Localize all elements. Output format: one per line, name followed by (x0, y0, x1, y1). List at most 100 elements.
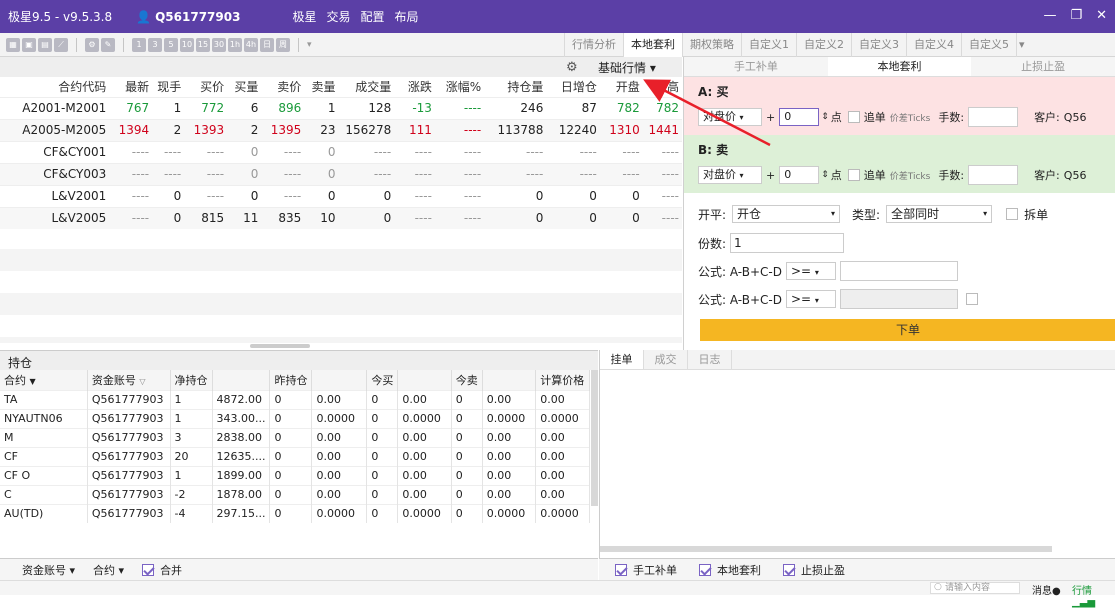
leg-a-chase-checkbox[interactable] (847, 111, 860, 123)
type-select[interactable]: 全部同时 ▾ (886, 205, 993, 223)
leg-a-qty-input[interactable] (968, 107, 1019, 127)
edit-icon[interactable]: ✎ (101, 37, 115, 52)
manual-order-checkbox[interactable]: 手工补单 (615, 562, 677, 578)
chart-icon[interactable]: ▣ (22, 37, 36, 52)
positions-scrollbar[interactable] (591, 370, 598, 506)
formula-2-input[interactable] (839, 289, 958, 309)
table-row[interactable]: TA Q561777903 1 4872.00 0 0.00 0 0.00 0 0.00 0.00 (0, 389, 590, 409)
col-header[interactable] (311, 370, 368, 390)
table-row[interactable]: AU(TD) Q561777903 -4 297.15... 0 0.0000 0 0.000… (0, 503, 590, 523)
local-arbitrage-checkbox[interactable]: 本地套利 (699, 562, 761, 578)
period-5-icon[interactable]: 5 (164, 37, 178, 52)
tool-icon[interactable]: ⚙ (85, 37, 99, 52)
leg-b-price-type[interactable]: 对盘价 ▾ (698, 166, 762, 184)
split-checkbox[interactable] (1006, 208, 1019, 220)
table-row[interactable]: A2005-M2005 1394 2 1393 2 1395 23 156278… (0, 118, 682, 141)
tab-custom-4[interactable]: 自定义4 (906, 33, 961, 57)
line-icon[interactable]: ⟋ (54, 37, 68, 52)
col-header[interactable]: 资金账号 ▽ (87, 370, 171, 390)
col-header[interactable]: 现手 (152, 77, 184, 97)
col-header[interactable]: 涨幅% (435, 77, 484, 97)
grid-icon[interactable]: ▦ (6, 37, 20, 52)
col-header[interactable]: 卖量 (304, 77, 338, 97)
col-header[interactable]: 最高 (643, 77, 682, 97)
tab-custom-1[interactable]: 自定义1 (741, 33, 796, 57)
table-row[interactable]: A2001-M2001 767 1 772 6 896 1 128 -13 --… (0, 96, 682, 119)
menu-layout[interactable]: 布局 (395, 8, 419, 25)
tab-option-strategy[interactable]: 期权策略 (682, 33, 741, 57)
search-input[interactable]: 请输入内容 (930, 582, 1020, 594)
period-10-icon[interactable]: 10 (180, 37, 194, 52)
dropdown-icon[interactable]: ▾ (307, 40, 312, 50)
stop-checkbox[interactable]: 止损止盈 (783, 562, 845, 578)
leg-a-stepper-icon[interactable]: ⇕ (821, 112, 829, 122)
col-header[interactable] (212, 370, 271, 390)
formula-1-input[interactable] (839, 261, 958, 281)
account-filter[interactable]: 资金账号 ▾ (22, 562, 75, 578)
tab-local-arbitrage[interactable]: 本地套利 (623, 33, 682, 57)
period-1-icon[interactable]: 1 (132, 37, 146, 52)
table-row[interactable]: L&V2005 ---- 0 815 11 835 10 0 ---- ----… (0, 206, 682, 229)
col-header[interactable]: 计算价格 (535, 370, 590, 390)
window-icon[interactable]: ▤ (38, 37, 52, 52)
shares-input[interactable]: 1 (730, 233, 845, 253)
col-header[interactable]: 净持仓 (170, 370, 213, 390)
tab-market-analysis[interactable]: 行情分析 (564, 33, 623, 57)
quote-status[interactable]: 行情▁▃▅ (1072, 582, 1115, 608)
menu-trade[interactable]: 交易 (326, 8, 350, 25)
col-header[interactable]: 卖价 (261, 77, 304, 97)
settings-gear-icon[interactable]: ⚙ (566, 60, 578, 75)
tab-custom-5[interactable]: 自定义5 (961, 33, 1016, 57)
period-15-icon[interactable]: 15 (196, 37, 210, 52)
tabs-more-icon[interactable]: ▾ (1016, 33, 1028, 57)
account-label[interactable]: 👤 Q561777903 (136, 10, 240, 24)
tab-custom-3[interactable]: 自定义3 (851, 33, 906, 57)
leg-b-client[interactable]: Q56 (1064, 169, 1087, 182)
subtab-stop[interactable]: 止损止盈 (971, 57, 1115, 76)
tab-pending[interactable]: 挂单 (600, 350, 644, 369)
table-row[interactable]: L&V2001 ---- 0 ---- 0 ---- 0 0 ---- ----… (0, 184, 682, 207)
leg-a-client[interactable]: Q56 (1064, 111, 1087, 124)
tab-log[interactable]: 日志 (688, 350, 732, 369)
table-row[interactable]: NYAUTN06 Q561777903 1 343.00... 0 0.0000 0 0.00… (0, 408, 590, 428)
subtab-local-arbitrage[interactable]: 本地套利 (827, 57, 972, 76)
formula-2-checkbox[interactable] (965, 293, 978, 305)
contract-filter[interactable]: 合约 ▾ (93, 562, 124, 578)
orders-scrollbar[interactable] (600, 546, 1052, 552)
period-1h-icon[interactable]: 1h (228, 37, 242, 52)
period-day-icon[interactable]: 日 (260, 37, 274, 52)
leg-b-qty-input[interactable] (968, 165, 1019, 185)
base-quote-dropdown[interactable]: 基础行情 ▾ (598, 59, 656, 76)
col-header[interactable]: 昨持仓 (269, 370, 313, 390)
col-header[interactable]: 合约 ▼ (0, 370, 88, 390)
leg-a-offset-input[interactable]: 0 (779, 108, 820, 126)
leg-b-chase-checkbox[interactable] (847, 169, 860, 181)
col-header[interactable] (482, 370, 537, 390)
table-row[interactable]: CF Q561777903 20 12635.... 0 0.00 0 0.00 0 0.00 0.… (0, 446, 590, 466)
col-header[interactable]: 日增仓 (546, 77, 600, 97)
period-3-icon[interactable]: 3 (148, 37, 162, 52)
leg-b-stepper-icon[interactable]: ⇕ (821, 170, 829, 180)
formula-2-operator[interactable]: >= ▾ (785, 290, 836, 308)
minimize-icon[interactable]: — (1043, 8, 1056, 23)
col-header[interactable]: 开盘 (600, 77, 643, 97)
table-row[interactable]: CF&CY001 ---- ---- ---- 0 ---- 0 ---- --… (0, 140, 682, 163)
open-close-select[interactable]: 开仓 ▾ (732, 205, 841, 223)
col-header[interactable]: 今买 (366, 370, 399, 390)
subtab-manual[interactable]: 手工补单 (684, 57, 828, 76)
col-header[interactable]: 买量 (227, 77, 261, 97)
col-header[interactable]: 持仓量 (484, 77, 546, 97)
merge-checkbox[interactable]: 合并 (142, 562, 182, 578)
col-header[interactable] (397, 370, 452, 390)
menu-jixing[interactable]: 极星 (292, 8, 316, 25)
tab-custom-2[interactable]: 自定义2 (796, 33, 851, 57)
col-header[interactable]: 今卖 (451, 370, 483, 390)
table-row[interactable]: C Q561777903 -2 1878.00 0 0.00 0 0.00 0 0.00 0.00 (0, 484, 590, 504)
menu-config[interactable]: 配置 (360, 8, 384, 25)
period-week-icon[interactable]: 周 (276, 37, 290, 52)
formula-1-operator[interactable]: >= ▾ (785, 262, 836, 280)
col-header[interactable]: 涨跌 (394, 77, 435, 97)
tab-filled[interactable]: 成交 (644, 350, 688, 369)
table-row[interactable]: CF O Q561777903 1 1899.00 0 0.00 0 0.00 0 0.00 0.0… (0, 465, 590, 485)
horizontal-scrollbar[interactable] (250, 344, 310, 348)
